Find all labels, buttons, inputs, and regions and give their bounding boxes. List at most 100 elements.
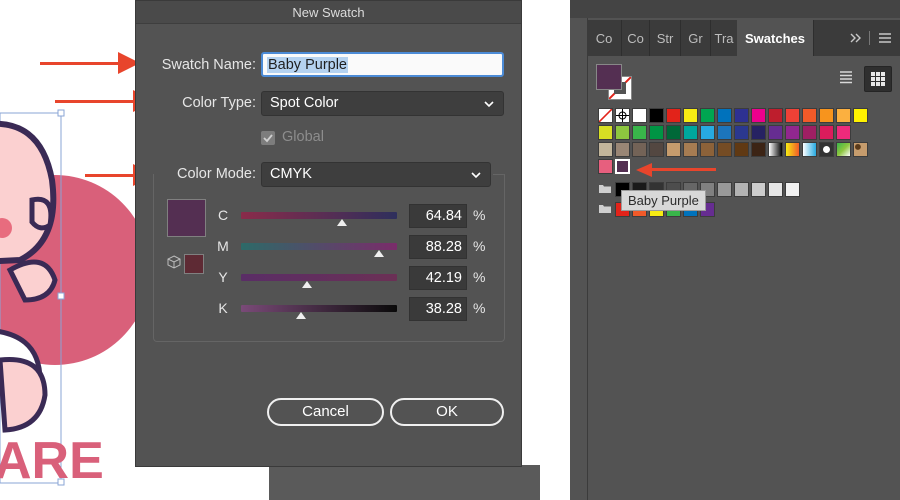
swatch[interactable]: [632, 108, 647, 123]
tab-divider: [869, 31, 870, 45]
slider-m[interactable]: [241, 243, 397, 250]
swatch[interactable]: [700, 108, 715, 123]
hamburger-menu-icon[interactable]: [878, 32, 892, 44]
swatch-gray[interactable]: [751, 182, 766, 197]
tab-gradient[interactable]: Gr: [681, 20, 711, 56]
swatch-gray[interactable]: [734, 182, 749, 197]
fill-color-front[interactable]: [596, 64, 622, 90]
swatch-gradient-blue[interactable]: [802, 142, 817, 157]
swatch[interactable]: [666, 108, 681, 123]
ok-button[interactable]: OK: [390, 398, 504, 426]
swatch[interactable]: [615, 125, 630, 140]
swatch-gray[interactable]: [717, 182, 732, 197]
annotation-arrow-line: [650, 168, 716, 171]
swatch[interactable]: [683, 142, 698, 157]
swatch-gradient-orange[interactable]: [785, 142, 800, 157]
swatch[interactable]: [836, 125, 851, 140]
list-view-icon[interactable]: [838, 69, 854, 85]
swatch[interactable]: [734, 108, 749, 123]
value-field-k[interactable]: 38.28: [409, 297, 467, 321]
tab-color-guide[interactable]: Co: [622, 20, 650, 56]
swatch[interactable]: [700, 142, 715, 157]
slider-k[interactable]: [241, 305, 397, 312]
swatch[interactable]: [751, 108, 766, 123]
swatch-gray[interactable]: [768, 182, 783, 197]
swatch[interactable]: [700, 125, 715, 140]
swatch[interactable]: [785, 125, 800, 140]
swatch[interactable]: [734, 125, 749, 140]
swatch[interactable]: [615, 142, 630, 157]
grid-view-button[interactable]: [864, 66, 892, 92]
annotation-arrow-line: [55, 100, 135, 103]
folder-icon[interactable]: [598, 183, 612, 194]
tab-transparency[interactable]: Tra: [711, 20, 738, 56]
tab-color[interactable]: Co: [587, 20, 622, 56]
tab-stroke[interactable]: Str: [650, 20, 681, 56]
group-border: [493, 174, 505, 176]
swatch-gray[interactable]: [785, 182, 800, 197]
swatch[interactable]: [802, 125, 817, 140]
cancel-button[interactable]: Cancel: [267, 398, 384, 426]
value-field-y[interactable]: 42.19: [409, 266, 467, 290]
swatch[interactable]: [802, 108, 817, 123]
swatch[interactable]: [819, 125, 834, 140]
slider-thumb-m[interactable]: [373, 250, 384, 257]
value-field-m[interactable]: 88.28: [409, 235, 467, 259]
global-checkbox[interactable]: [261, 131, 275, 145]
swatch[interactable]: [751, 142, 766, 157]
swatch[interactable]: [853, 108, 868, 123]
swatch-baby-purple[interactable]: [615, 159, 630, 174]
panel-top-strip: [570, 0, 900, 18]
slider-y[interactable]: [241, 274, 397, 281]
swatch[interactable]: [717, 125, 732, 140]
swatch-pattern-leopard[interactable]: [853, 142, 868, 157]
swatch[interactable]: [717, 108, 732, 123]
swatch[interactable]: [598, 125, 613, 140]
swatch[interactable]: [649, 125, 664, 140]
swatch[interactable]: [683, 108, 698, 123]
swatch[interactable]: [768, 108, 783, 123]
swatch-registration[interactable]: [615, 108, 630, 123]
folder-icon[interactable]: [598, 203, 612, 214]
gamut-warning-swatch[interactable]: [184, 254, 204, 274]
artwork-text: ARE: [0, 432, 104, 490]
swatch[interactable]: [649, 142, 664, 157]
swatch[interactable]: [666, 142, 681, 157]
double-chevron-right-icon[interactable]: [849, 32, 863, 44]
tab-swatches[interactable]: Swatches: [737, 20, 814, 56]
swatch[interactable]: [632, 142, 647, 157]
color-preview: [167, 199, 206, 237]
swatch[interactable]: [649, 108, 664, 123]
swatches-panel: [587, 18, 900, 500]
swatch[interactable]: [819, 108, 834, 123]
swatch[interactable]: [666, 125, 681, 140]
swatch[interactable]: [683, 125, 698, 140]
swatch[interactable]: [598, 142, 613, 157]
swatch[interactable]: [734, 142, 749, 157]
swatch[interactable]: [836, 108, 851, 123]
baby-illustration: ARE: [0, 109, 135, 490]
swatch-pattern-dots[interactable]: [819, 142, 834, 157]
grid-view-icon: [871, 72, 885, 86]
color-type-select[interactable]: Spot Color: [261, 91, 504, 116]
swatch-tooltip: Baby Purple: [621, 190, 706, 211]
swatch[interactable]: [632, 125, 647, 140]
swatch[interactable]: [598, 159, 613, 174]
swatch[interactable]: [751, 125, 766, 140]
value-field-c[interactable]: 64.84: [409, 204, 467, 228]
swatch[interactable]: [717, 142, 732, 157]
swatch-gradient-bw[interactable]: [768, 142, 783, 157]
slider-thumb-k[interactable]: [295, 312, 306, 319]
slider-c[interactable]: [241, 212, 397, 219]
swatch-none[interactable]: [598, 108, 613, 123]
out-of-gamut-cube-icon[interactable]: [167, 255, 181, 269]
swatch[interactable]: [785, 108, 800, 123]
swatch[interactable]: [768, 125, 783, 140]
slider-thumb-y[interactable]: [301, 281, 312, 288]
percent-label: %: [473, 300, 486, 316]
slider-thumb-c[interactable]: [337, 219, 348, 226]
swatch-pattern-green[interactable]: [836, 142, 851, 157]
swatch-name-input[interactable]: Baby Purple: [261, 52, 504, 77]
global-label: Global: [282, 129, 324, 145]
artwork-canvas: ARE: [0, 0, 135, 500]
